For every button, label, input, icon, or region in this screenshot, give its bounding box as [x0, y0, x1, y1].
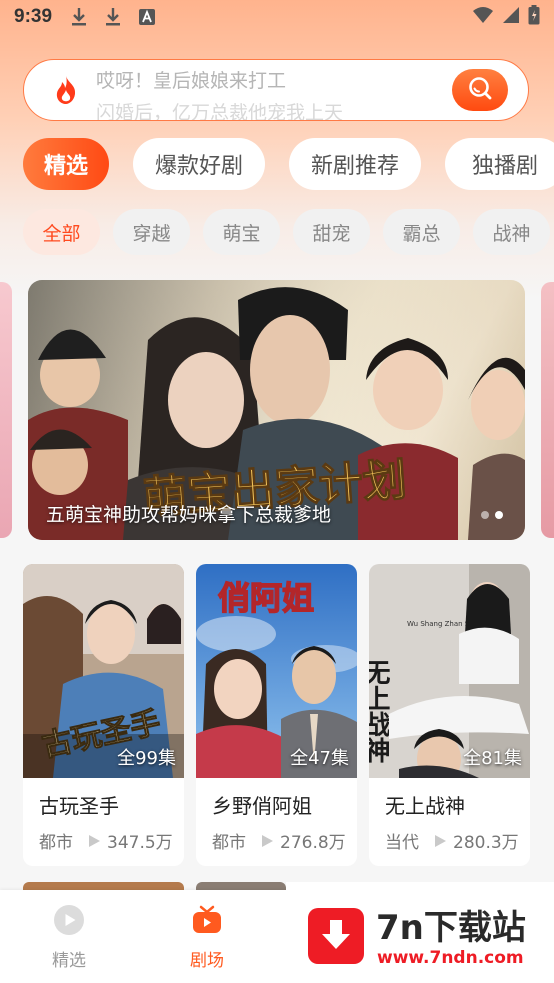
chip-all[interactable]: 全部 — [23, 209, 100, 255]
pagination-dot — [481, 511, 489, 519]
drama-play-count: 280.3万 — [453, 833, 519, 853]
play-circle-icon — [53, 904, 85, 940]
search-icon — [467, 75, 493, 105]
chip-war-god[interactable]: 战神 — [473, 209, 550, 255]
search-bar[interactable]: 哎呀！皇后娘娘来打工 闪婚后，亿万总裁他宠我上天 — [23, 59, 529, 121]
watermark-title: 7n下载站 — [376, 908, 526, 948]
pagination-dot-active — [495, 511, 503, 519]
download-icon — [104, 7, 122, 27]
tab-new-dramas[interactable]: 新剧推荐 — [289, 138, 421, 190]
nav-label: 剧场 — [190, 951, 224, 971]
drama-genre: 都市 — [212, 833, 246, 853]
drama-title: 乡野俏阿姐 — [212, 794, 312, 818]
tv-icon — [191, 904, 223, 940]
tab-exclusive[interactable]: 独播剧 — [445, 138, 554, 190]
search-placeholder-next: 闪婚后，亿万总裁他宠我上天 — [96, 102, 344, 120]
play-count-icon — [433, 834, 447, 848]
banner-next-peek[interactable] — [541, 282, 554, 538]
status-time: 9:39 — [14, 6, 53, 27]
category-tabs: 精选 爆款好剧 新剧推荐 独播剧 — [23, 138, 554, 190]
drama-title: 古玩圣手 — [39, 794, 119, 818]
signal-icon — [502, 6, 520, 28]
drama-meta: 都市 276.8万 — [212, 828, 346, 853]
episode-count: 全47集 — [290, 748, 349, 769]
play-count-icon — [260, 834, 274, 848]
banner-pagination — [481, 511, 503, 519]
drama-card[interactable]: 俏阿姐 全47集 乡野俏阿姐 都市 276.8万 — [196, 564, 357, 866]
drama-card[interactable]: 无上战神 Wu Shang Zhan Shen 全81集 无上战神 当代 280… — [369, 564, 530, 866]
wifi-icon — [472, 6, 494, 28]
battery-icon — [528, 5, 540, 29]
search-button[interactable] — [452, 69, 508, 111]
drama-meta: 都市 347.5万 — [39, 828, 173, 853]
drama-title: 无上战神 — [385, 794, 465, 818]
drama-poster-title: 无上战神 — [369, 659, 390, 763]
drama-play-count: 347.5万 — [107, 833, 173, 853]
drama-meta: 当代 280.3万 — [385, 828, 519, 853]
search-input[interactable]: 哎呀！皇后娘娘来打工 闪婚后，亿万总裁他宠我上天 — [96, 60, 452, 120]
watermark-url: www.7ndn.com — [377, 948, 524, 968]
chip-ceo[interactable]: 霸总 — [383, 209, 460, 255]
nav-featured[interactable]: 精选 — [29, 904, 109, 971]
site-watermark: 7n下载站 www.7ndn.com — [286, 882, 554, 983]
fire-icon — [50, 74, 82, 106]
drama-poster-title: 俏阿姐 — [218, 579, 314, 617]
drama-card[interactable]: 古玩圣手 全99集 古玩圣手 都市 347.5万 — [23, 564, 184, 866]
tab-hot-dramas[interactable]: 爆款好剧 — [133, 138, 265, 190]
featured-banner[interactable]: 萌宝出家计划 五萌宝神助攻帮妈咪拿下总裁爹地 — [28, 280, 525, 540]
genre-chips: 全部 穿越 萌宝 甜宠 霸总 战神 — [23, 209, 554, 255]
chip-sweet-romance[interactable]: 甜宠 — [293, 209, 370, 255]
nav-label: 精选 — [52, 951, 86, 971]
status-bar: 9:39 — [0, 0, 554, 34]
drama-genre: 都市 — [39, 833, 73, 853]
chip-time-travel[interactable]: 穿越 — [113, 209, 190, 255]
watermark-download-icon — [308, 908, 364, 964]
episode-count: 全99集 — [117, 748, 176, 769]
episode-count: 全81集 — [463, 748, 522, 769]
text-a-icon — [138, 8, 156, 26]
chip-cute-baby[interactable]: 萌宝 — [203, 209, 280, 255]
drama-genre: 当代 — [385, 833, 419, 853]
drama-play-count: 276.8万 — [280, 833, 346, 853]
banner-prev-peek[interactable] — [0, 282, 12, 538]
search-placeholder: 哎呀！皇后娘娘来打工 — [96, 70, 287, 92]
nav-theater[interactable]: 剧场 — [167, 904, 247, 971]
banner-caption: 五萌宝神助攻帮妈咪拿下总裁爹地 — [46, 504, 332, 526]
play-count-icon — [87, 834, 101, 848]
tab-featured[interactable]: 精选 — [23, 138, 109, 190]
download-icon — [70, 7, 88, 27]
